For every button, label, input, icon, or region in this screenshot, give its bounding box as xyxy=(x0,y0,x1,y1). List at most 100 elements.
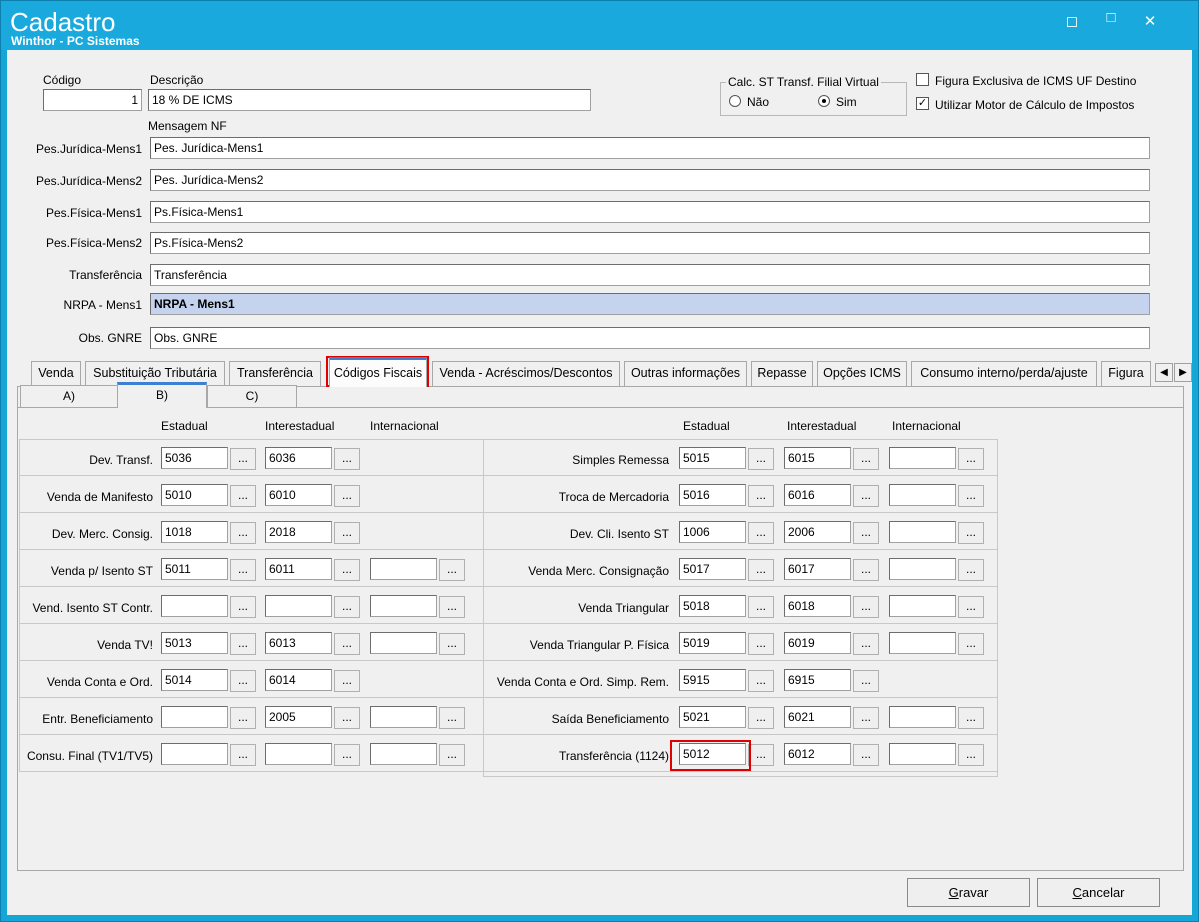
cfop-estadual-input[interactable]: 5019 xyxy=(679,632,746,654)
lookup-internacional-button[interactable]: ... xyxy=(958,559,984,581)
msg-input-6[interactable]: Obs. GNRE xyxy=(150,327,1150,349)
lookup-interestadual-button[interactable]: ... xyxy=(853,670,879,692)
cfop-internacional-input[interactable] xyxy=(889,521,956,543)
cfop-internacional-input[interactable] xyxy=(370,632,437,654)
lookup-interestadual-button[interactable]: ... xyxy=(334,448,360,470)
cfop-interestadual-input[interactable]: 6010 xyxy=(265,484,332,506)
cfop-interestadual-input[interactable] xyxy=(265,743,332,765)
cfop-estadual-input[interactable]: 5017 xyxy=(679,558,746,580)
cfop-estadual-input[interactable] xyxy=(161,743,228,765)
tab-scroll-right-icon[interactable]: ▶ xyxy=(1174,363,1192,382)
cfop-estadual-input[interactable] xyxy=(161,706,228,728)
cfop-estadual-input[interactable]: 1018 xyxy=(161,521,228,543)
cfop-estadual-input[interactable]: 5018 xyxy=(679,595,746,617)
lookup-internacional-button[interactable]: ... xyxy=(958,448,984,470)
tab-outras-informacoes[interactable]: Outras informações xyxy=(624,361,747,386)
lookup-internacional-button[interactable]: ... xyxy=(958,633,984,655)
lookup-estadual-button[interactable]: ... xyxy=(748,522,774,544)
gravar-button[interactable]: Gravar xyxy=(907,878,1030,907)
msg-input-0[interactable]: Pes. Jurídica-Mens1 xyxy=(150,137,1150,159)
radio-nao[interactable] xyxy=(729,95,741,107)
lookup-estadual-button[interactable]: ... xyxy=(748,448,774,470)
subtab-b[interactable]: B) xyxy=(117,382,207,408)
cfop-estadual-input[interactable]: 5014 xyxy=(161,669,228,691)
lookup-estadual-button[interactable]: ... xyxy=(748,707,774,729)
codigo-input[interactable]: 1 xyxy=(43,89,142,111)
cfop-internacional-input[interactable] xyxy=(370,706,437,728)
lookup-internacional-button[interactable]: ... xyxy=(958,596,984,618)
lookup-interestadual-button[interactable]: ... xyxy=(853,448,879,470)
lookup-interestadual-button[interactable]: ... xyxy=(853,596,879,618)
cancelar-button[interactable]: Cancelar xyxy=(1037,878,1160,907)
lookup-internacional-button[interactable]: ... xyxy=(958,522,984,544)
cfop-estadual-input[interactable]: 5011 xyxy=(161,558,228,580)
cfop-interestadual-input[interactable]: 6013 xyxy=(265,632,332,654)
lookup-estadual-button[interactable]: ... xyxy=(230,448,256,470)
lookup-estadual-button[interactable]: ... xyxy=(748,559,774,581)
cfop-interestadual-input[interactable]: 6017 xyxy=(784,558,851,580)
subtab-c[interactable]: C) xyxy=(207,385,297,408)
lookup-interestadual-button[interactable]: ... xyxy=(334,670,360,692)
cfop-estadual-input[interactable]: 5013 xyxy=(161,632,228,654)
tab-transferencia[interactable]: Transferência xyxy=(229,361,321,386)
lookup-interestadual-button[interactable]: ... xyxy=(334,633,360,655)
cfop-interestadual-input[interactable]: 6016 xyxy=(784,484,851,506)
cfop-estadual-input[interactable]: 1006 xyxy=(679,521,746,543)
motor-calculo-checkbox[interactable]: ✓ xyxy=(916,97,929,110)
lookup-estadual-button[interactable]: ... xyxy=(230,707,256,729)
lookup-interestadual-button[interactable]: ... xyxy=(853,559,879,581)
lookup-interestadual-button[interactable]: ... xyxy=(853,522,879,544)
cfop-interestadual-input[interactable]: 2006 xyxy=(784,521,851,543)
tab-scroll-left-icon[interactable]: ◀ xyxy=(1155,363,1173,382)
lookup-estadual-button[interactable]: ... xyxy=(230,633,256,655)
msg-input-2[interactable]: Ps.Física-Mens1 xyxy=(150,201,1150,223)
lookup-interestadual-button[interactable]: ... xyxy=(853,707,879,729)
cfop-estadual-input[interactable] xyxy=(161,595,228,617)
lookup-interestadual-button[interactable]: ... xyxy=(853,485,879,507)
lookup-interestadual-button[interactable]: ... xyxy=(334,485,360,507)
tab-figura[interactable]: Figura xyxy=(1101,361,1151,386)
cfop-internacional-input[interactable] xyxy=(889,447,956,469)
lookup-internacional-button[interactable]: ... xyxy=(958,485,984,507)
cfop-internacional-input[interactable] xyxy=(370,558,437,580)
lookup-internacional-button[interactable]: ... xyxy=(958,707,984,729)
lookup-estadual-button[interactable]: ... xyxy=(230,670,256,692)
lookup-interestadual-button[interactable]: ... xyxy=(334,744,360,766)
lookup-interestadual-button[interactable]: ... xyxy=(334,707,360,729)
cfop-interestadual-input[interactable]: 2005 xyxy=(265,706,332,728)
cfop-estadual-input[interactable]: 5021 xyxy=(679,706,746,728)
cfop-interestadual-input[interactable]: 6011 xyxy=(265,558,332,580)
cfop-interestadual-input[interactable]: 6018 xyxy=(784,595,851,617)
tab-venda-acrescimos[interactable]: Venda - Acréscimos/Descontos xyxy=(432,361,620,386)
close-icon[interactable]: ✕ xyxy=(1140,12,1160,32)
lookup-internacional-button[interactable]: ... xyxy=(439,633,465,655)
tab-venda[interactable]: Venda xyxy=(31,361,81,386)
lookup-estadual-button[interactable]: ... xyxy=(748,744,774,766)
cfop-internacional-input[interactable] xyxy=(889,706,956,728)
lookup-internacional-button[interactable]: ... xyxy=(439,707,465,729)
lookup-estadual-button[interactable]: ... xyxy=(748,485,774,507)
cfop-interestadual-input[interactable]: 6015 xyxy=(784,447,851,469)
lookup-interestadual-button[interactable]: ... xyxy=(853,633,879,655)
cfop-interestadual-input[interactable]: 6014 xyxy=(265,669,332,691)
descricao-input[interactable]: 18 % DE ICMS xyxy=(148,89,591,111)
tab-repasse[interactable]: Repasse xyxy=(751,361,813,386)
msg-input-5[interactable]: NRPA - Mens1 xyxy=(150,293,1150,315)
lookup-estadual-button[interactable]: ... xyxy=(230,485,256,507)
subtab-a[interactable]: A) xyxy=(20,385,118,408)
cfop-internacional-input[interactable] xyxy=(370,595,437,617)
cfop-internacional-input[interactable] xyxy=(370,743,437,765)
lookup-interestadual-button[interactable]: ... xyxy=(853,744,879,766)
cfop-interestadual-input[interactable]: 2018 xyxy=(265,521,332,543)
cfop-estadual-input[interactable]: 5015 xyxy=(679,447,746,469)
lookup-internacional-button[interactable]: ... xyxy=(439,744,465,766)
restore-icon[interactable]: □ xyxy=(1101,8,1121,28)
tab-opcoes-icms[interactable]: Opções ICMS xyxy=(817,361,907,386)
lookup-internacional-button[interactable]: ... xyxy=(439,596,465,618)
cfop-internacional-input[interactable] xyxy=(889,743,956,765)
cfop-interestadual-input[interactable]: 6021 xyxy=(784,706,851,728)
lookup-internacional-button[interactable]: ... xyxy=(958,744,984,766)
figura-exclusiva-checkbox[interactable] xyxy=(916,73,929,86)
cfop-estadual-input[interactable]: 5016 xyxy=(679,484,746,506)
cfop-internacional-input[interactable] xyxy=(889,558,956,580)
